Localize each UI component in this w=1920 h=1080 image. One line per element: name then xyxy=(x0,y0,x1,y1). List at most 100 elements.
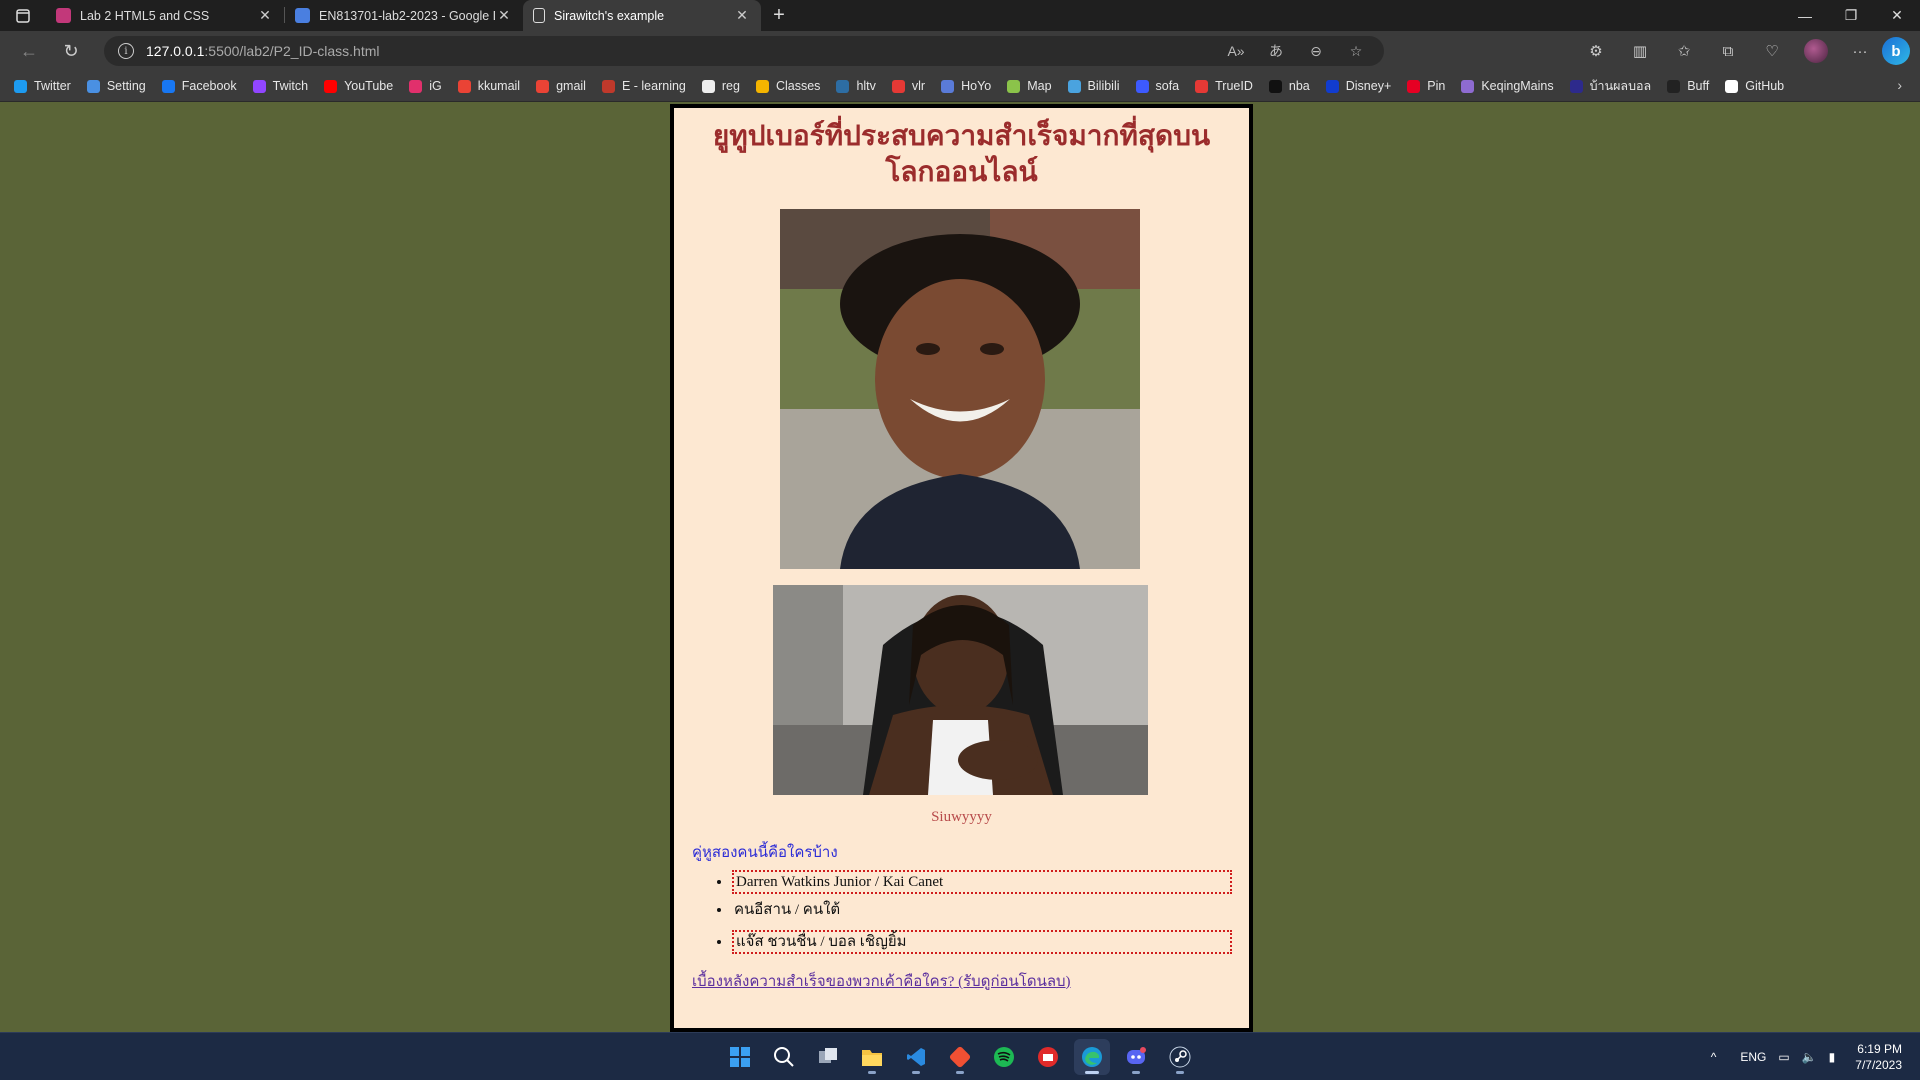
bookmark-hoyo[interactable]: HoYo xyxy=(941,79,991,93)
facebook-icon xyxy=(161,79,175,93)
buff-icon xyxy=(1667,79,1681,93)
clock[interactable]: 6:19 PM 7/7/2023 xyxy=(1855,1041,1902,1073)
bookmark-label: hltv xyxy=(856,79,876,93)
clock-time: 6:19 PM xyxy=(1857,1042,1902,1056)
spotify-icon[interactable] xyxy=(986,1039,1022,1075)
chevron-right-icon[interactable]: › xyxy=(1897,77,1902,93)
gmail-icon xyxy=(457,79,471,93)
streamer-photo xyxy=(773,585,1148,795)
taskbar-apps xyxy=(718,1033,1202,1080)
collections-icon[interactable]: ⧉ xyxy=(1706,43,1750,60)
favorite-star-icon[interactable]: ☆ xyxy=(1336,43,1376,60)
refresh-icon[interactable]: ↻ xyxy=(50,31,92,71)
address-host: 127.0.0.1 xyxy=(146,43,205,59)
edge-icon[interactable] xyxy=(1074,1039,1110,1075)
bookmark-label: YouTube xyxy=(344,79,394,93)
split-screen-icon[interactable]: ▥ xyxy=(1618,42,1662,60)
bookmark-setting[interactable]: Setting xyxy=(86,79,146,93)
page-title: ยูทูปเบอร์ที่ประสบความสำเร็จมากที่สุดบนโ… xyxy=(712,119,1211,188)
system-tray: ^ ENG ▭ 🔈 ▮ 6:19 PM 7/7/2023 xyxy=(1705,1033,1920,1080)
bookmark-bilibili[interactable]: Bilibili xyxy=(1067,79,1120,93)
hoyo-icon xyxy=(941,79,955,93)
close-tab-icon[interactable]: ✕ xyxy=(256,7,274,24)
address-actions: A» あ ⊖ ☆ xyxy=(1216,36,1376,66)
task-view-icon[interactable] xyxy=(810,1039,846,1075)
bookmark-reg[interactable]: reg xyxy=(701,79,740,93)
bookmark-facebook[interactable]: Facebook xyxy=(161,79,237,93)
bookmark-kkumail[interactable]: kkumail xyxy=(457,79,521,93)
battery-icon[interactable]: ▮ xyxy=(1829,1050,1836,1064)
close-tab-icon[interactable]: ✕ xyxy=(495,7,513,24)
bilibili-icon xyxy=(1067,79,1081,93)
close-tab-icon[interactable]: ✕ xyxy=(733,7,751,24)
favorites-icon[interactable]: ✩ xyxy=(1662,42,1706,60)
git-icon[interactable] xyxy=(942,1039,978,1075)
zoom-out-icon[interactable]: ⊖ xyxy=(1296,43,1336,60)
bookmark-label: HoYo xyxy=(961,79,992,93)
bookmark-label: vlr xyxy=(911,79,926,93)
language-indicator[interactable]: ENG xyxy=(1740,1050,1766,1064)
translate-icon[interactable]: あ xyxy=(1256,41,1296,61)
windows-taskbar: ^ ENG ▭ 🔈 ▮ 6:19 PM 7/7/2023 xyxy=(0,1032,1920,1080)
discord-icon[interactable] xyxy=(1118,1039,1154,1075)
tab-lab2[interactable]: Lab 2 HTML5 and CSS ✕ xyxy=(46,0,284,31)
restore-icon[interactable]: ❐ xyxy=(1828,0,1874,31)
chevron-up-icon[interactable]: ^ xyxy=(1711,1050,1717,1064)
bookmark-buff[interactable]: Buff xyxy=(1667,79,1709,93)
bookmark-label: Bilibili xyxy=(1087,79,1120,93)
tab-actions-button[interactable] xyxy=(0,0,46,31)
bookmark-twitch[interactable]: Twitch xyxy=(252,79,308,93)
extensions-icon[interactable]: ⚙ xyxy=(1574,42,1618,60)
bookmark-trueid[interactable]: TrueID xyxy=(1195,79,1253,93)
bookmark-classes[interactable]: Classes xyxy=(755,79,820,93)
toolbar-right: ⚙ ▥ ✩ ⧉ ♡ ··· b xyxy=(1574,31,1920,71)
bookmark-[interactable]: บ้านผลบอล xyxy=(1569,76,1651,96)
tab-title: Lab 2 HTML5 and CSS xyxy=(80,8,210,23)
bookmark-gmail[interactable]: gmail xyxy=(536,79,586,93)
minimize-icon[interactable]: — xyxy=(1782,0,1828,31)
tab-bar: Lab 2 HTML5 and CSS ✕ EN813701-lab2-2023… xyxy=(0,0,1920,31)
address-bar[interactable]: i 127.0.0.1 :5500/lab2/P2_ID-class.html … xyxy=(104,36,1384,66)
site-info-icon[interactable]: i xyxy=(118,43,134,59)
bookmark-hltv[interactable]: hltv xyxy=(836,79,876,93)
search-icon[interactable] xyxy=(766,1039,802,1075)
display-icon[interactable]: ▭ xyxy=(1778,1050,1789,1064)
back-icon[interactable]: ← xyxy=(8,31,50,71)
vscode-icon[interactable] xyxy=(898,1039,934,1075)
new-tab-button[interactable]: + xyxy=(761,0,797,31)
instagram-icon xyxy=(409,79,423,93)
bing-copilot-icon[interactable]: b xyxy=(1882,37,1910,65)
bookmark-github[interactable]: GitHub xyxy=(1725,79,1784,93)
read-aloud-icon[interactable]: A» xyxy=(1216,43,1256,59)
more-menu-icon[interactable]: ··· xyxy=(1838,43,1882,60)
twitch-icon xyxy=(252,79,266,93)
steam-icon[interactable] xyxy=(1162,1039,1198,1075)
tab-google-doc[interactable]: EN813701-lab2-2023 - Google D ✕ xyxy=(285,0,523,31)
elearning-icon xyxy=(601,79,615,93)
bookmark-label: kkumail xyxy=(477,79,521,93)
bookmark-keqingmains[interactable]: KeqingMains xyxy=(1461,79,1554,93)
bookmark-sofa[interactable]: sofa xyxy=(1135,79,1179,93)
bookmark-ig[interactable]: iG xyxy=(409,79,442,93)
profile-avatar[interactable] xyxy=(1804,39,1828,63)
bookmark-disney[interactable]: Disney+ xyxy=(1325,79,1391,93)
bookmark-pin[interactable]: Pin xyxy=(1407,79,1445,93)
success-story-link[interactable]: เบื้องหลังความสำเร็จของพวกเค้าคือใคร? (ร… xyxy=(692,969,1071,993)
twitter-icon xyxy=(14,79,27,93)
app-icon[interactable] xyxy=(1030,1039,1066,1075)
volume-icon[interactable]: 🔈 xyxy=(1802,1050,1817,1064)
bookmark-twitter[interactable]: Twitter xyxy=(14,79,71,93)
bookmark-nba[interactable]: nba xyxy=(1268,79,1310,93)
windows-start-icon[interactable] xyxy=(722,1039,758,1075)
tab-sirawitch-example[interactable]: Sirawitch's example ✕ xyxy=(523,0,761,31)
bookmark-vlr[interactable]: vlr xyxy=(891,79,926,93)
browser-essentials-icon[interactable]: ♡ xyxy=(1750,42,1794,60)
photo-caption: Siuwyyyy xyxy=(931,809,992,825)
window-controls: — ❐ ✕ xyxy=(1782,0,1920,31)
close-window-icon[interactable]: ✕ xyxy=(1874,0,1920,31)
file-explorer-icon[interactable] xyxy=(854,1039,890,1075)
bookmark-youtube[interactable]: YouTube xyxy=(324,79,393,93)
bookmark-map[interactable]: Map xyxy=(1007,79,1052,93)
bookmark-e-learning[interactable]: E - learning xyxy=(601,79,686,93)
list-item: คนอีสาน / คนใต้ xyxy=(732,900,1232,924)
